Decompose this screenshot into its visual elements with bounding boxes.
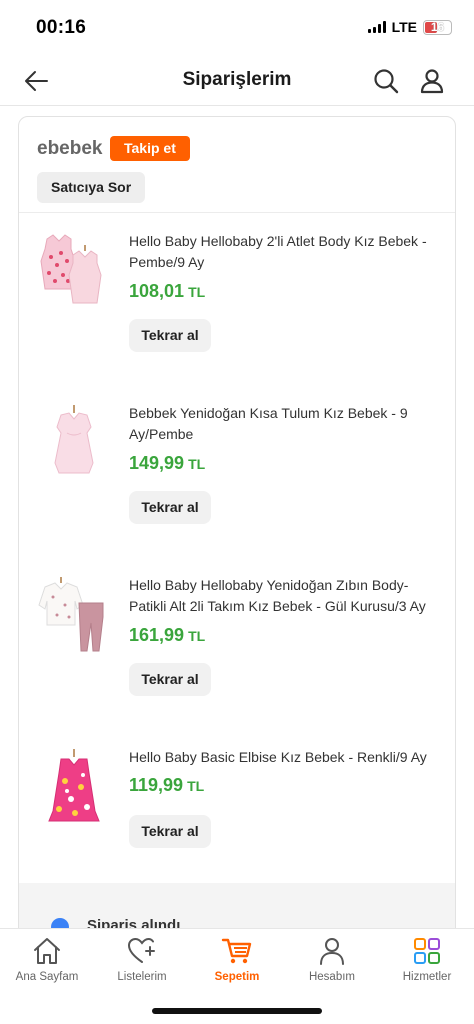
user-icon: [420, 69, 444, 94]
rebuy-button[interactable]: Tekrar al: [129, 491, 211, 524]
product-title[interactable]: Bebbek Yenidoğan Kısa Tulum Kız Bebek - …: [129, 403, 434, 445]
rebuy-button[interactable]: Tekrar al: [129, 815, 211, 848]
price-value: 119,99: [129, 775, 184, 795]
signal-icon: [367, 21, 386, 33]
nav-label: Hizmetler: [402, 971, 452, 983]
nav-item-cart[interactable]: Sepetim: [190, 935, 284, 983]
network-type: LTE: [391, 19, 417, 35]
search-button[interactable]: [372, 67, 400, 95]
price-currency: TL: [188, 456, 206, 472]
status-bar: 00:16 LTE 16: [0, 0, 474, 56]
price-currency: TL: [187, 778, 205, 794]
seller-name[interactable]: ebebek: [37, 138, 102, 160]
search-icon: [374, 69, 399, 94]
pink-bodysuits-image[interactable]: [37, 231, 111, 315]
home-icon: [34, 938, 60, 964]
nav-item-account[interactable]: Hesabım: [285, 935, 379, 983]
nav-item-home[interactable]: Ana Sayfam: [0, 935, 94, 983]
status-time: 00:16: [36, 17, 87, 38]
services-icon: [414, 938, 440, 964]
product-price: 108,01 TL: [129, 281, 205, 302]
ask-seller-button[interactable]: Satıcıya Sor: [37, 172, 146, 203]
baby-set-image[interactable]: [37, 575, 111, 659]
nav-label: Hesabım: [308, 971, 356, 983]
price-currency: TL: [188, 284, 206, 300]
account-button[interactable]: [418, 67, 446, 95]
pink-romper-image[interactable]: [37, 403, 111, 487]
nav-label: Sepetim: [214, 971, 260, 983]
product-price: 119,99 TL: [129, 775, 204, 796]
nav-item-lists[interactable]: Listelerim: [95, 935, 189, 983]
floral-dress-image[interactable]: [37, 747, 111, 831]
heart-list-icon: [127, 937, 155, 963]
price-currency: TL: [188, 628, 206, 644]
product-title[interactable]: Hello Baby Hellobaby 2'li Atlet Body Kız…: [129, 231, 434, 273]
cart-icon: [221, 938, 252, 964]
home-indicator: [152, 1008, 322, 1014]
follow-button[interactable]: Takip et: [110, 136, 190, 161]
nav-item-services[interactable]: Hizmetler: [380, 935, 474, 983]
user-icon: [320, 938, 344, 965]
product-title[interactable]: Hello Baby Basic Elbise Kız Bebek - Renk…: [129, 747, 434, 768]
price-value: 161,99: [129, 625, 185, 645]
product-price: 161,99 TL: [129, 625, 205, 646]
seller-block: ebebek Takip et Satıcıya Sor: [19, 117, 455, 213]
status-indicators: LTE 16: [367, 19, 452, 35]
nav-label: Ana Sayfam: [15, 971, 79, 983]
price-value: 149,99: [129, 453, 185, 473]
battery-icon: 16: [423, 19, 452, 35]
rebuy-button[interactable]: Tekrar al: [129, 663, 211, 696]
back-button[interactable]: [22, 68, 50, 94]
order-card: ebebek Takip et Satıcıya Sor Hello Baby …: [18, 116, 456, 946]
price-value: 108,01: [129, 281, 185, 301]
arrow-left-icon: [25, 71, 48, 91]
product-title[interactable]: Hello Baby Hellobaby Yenidoğan Zıbın Bod…: [129, 575, 434, 617]
battery-level: 16: [430, 19, 445, 34]
page-title: Siparişlerim: [182, 69, 292, 90]
rebuy-button[interactable]: Tekrar al: [129, 319, 211, 352]
nav-label: Listelerim: [117, 971, 167, 983]
app-header: Siparişlerim: [0, 56, 474, 106]
product-price: 149,99 TL: [129, 453, 205, 474]
